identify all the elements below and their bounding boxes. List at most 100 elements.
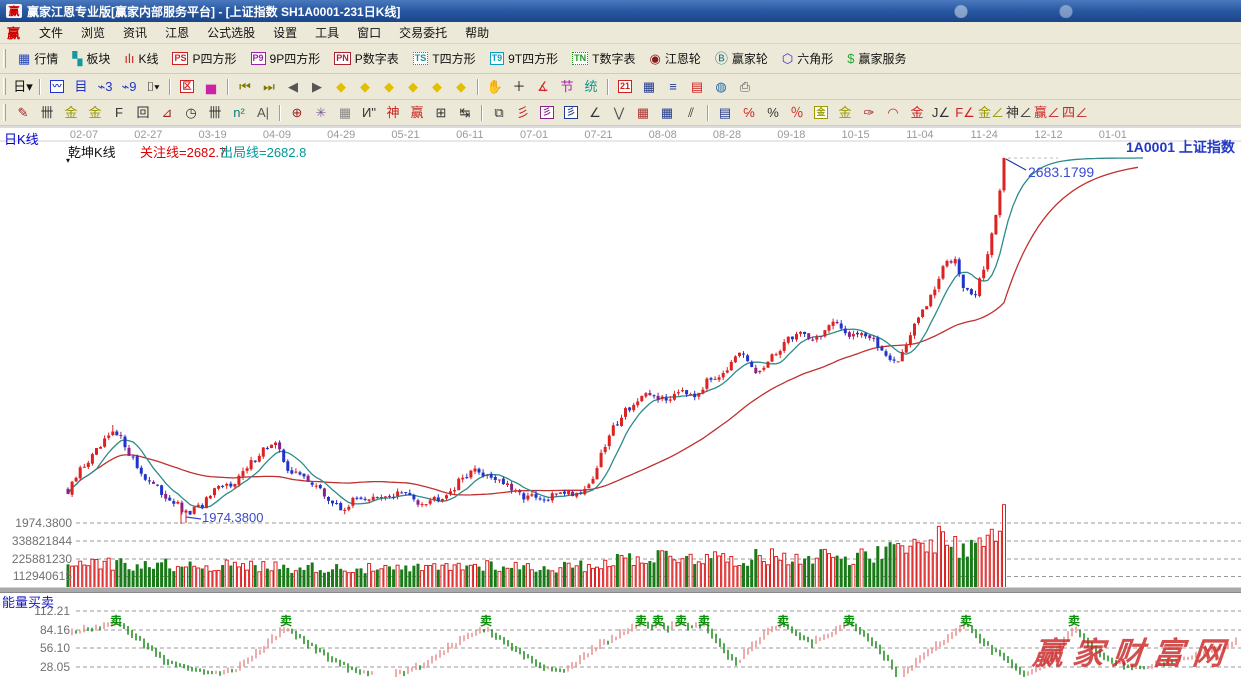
- compass-pen-button[interactable]: ✎: [12, 103, 34, 123]
- chart-globe-button[interactable]: ◍: [710, 77, 732, 97]
- gold-angle-button[interactable]: 金∠: [978, 103, 1004, 123]
- angle-lines-button[interactable]: ∠: [584, 103, 606, 123]
- fan-box-2-button[interactable]: 彡: [560, 103, 582, 123]
- wave-3-button[interactable]: ⌁3: [94, 77, 116, 97]
- span-arrows-button[interactable]: ↹: [454, 103, 476, 123]
- kline-chart-svg[interactable]: 02-0702-2703-1904-0904-2905-2106-1107-01…: [0, 126, 1241, 678]
- target-circle-button[interactable]: ⊕: [286, 103, 308, 123]
- ps-box-button[interactable]: PSP四方形: [165, 48, 243, 69]
- gold-section-2-button[interactable]: 金: [84, 103, 106, 123]
- gann-wheel-button[interactable]: ◉江恩轮: [642, 48, 707, 69]
- n-squared-button[interactable]: n²: [228, 103, 250, 123]
- arc-tool-button[interactable]: ◠: [882, 103, 904, 123]
- kline-candles-button[interactable]: ılıK线: [117, 48, 165, 69]
- panel-splitter[interactable]: [0, 587, 1241, 593]
- menu-item-窗口[interactable]: 窗口: [348, 21, 390, 44]
- t9-box-button[interactable]: T99T四方形: [483, 48, 566, 69]
- v-lines-button[interactable]: ⋁: [608, 103, 630, 123]
- diamond-star-button[interactable]: ◆: [426, 77, 448, 97]
- box-tool-button[interactable]: ⧉: [488, 103, 510, 123]
- grid-circle-button[interactable]: ▦: [334, 103, 356, 123]
- menu-item-公式选股[interactable]: 公式选股: [198, 21, 264, 44]
- fan-lines-button[interactable]: 彡: [512, 103, 534, 123]
- gold-lines-button[interactable]: 金: [834, 103, 856, 123]
- wave-mark-button[interactable]: И": [358, 103, 380, 123]
- candle-dropdown-button[interactable]: 日▾: [12, 77, 34, 97]
- ruler-ticks-button[interactable]: 卌: [36, 103, 58, 123]
- gold-section-button[interactable]: 金: [60, 103, 82, 123]
- angle-measure-button[interactable]: ∡: [532, 77, 554, 97]
- menu-item-资讯[interactable]: 资讯: [114, 21, 156, 44]
- menu-item-浏览[interactable]: 浏览: [72, 21, 114, 44]
- blocks-button[interactable]: ▚板块: [65, 48, 117, 69]
- shen-angle-button[interactable]: 神∠: [1006, 103, 1032, 123]
- pattern-red-box-button[interactable]: 区: [176, 77, 198, 97]
- pn-box-button[interactable]: PNP数字表: [327, 48, 406, 69]
- diamond-compress-button[interactable]: ◆: [402, 77, 424, 97]
- wave-9-button[interactable]: ⌁9: [118, 77, 140, 97]
- crosshair-button[interactable]: ＋: [508, 77, 530, 97]
- mirror-line-button[interactable]: A|: [252, 103, 274, 123]
- last-bar-button[interactable]: ⏭: [258, 77, 280, 97]
- hexagon-button[interactable]: ⬡六角形: [775, 48, 840, 69]
- spiral-button[interactable]: 回: [132, 103, 154, 123]
- grid-123-button[interactable]: ⊞: [430, 103, 452, 123]
- percent-retrace-button[interactable]: ％: [786, 103, 808, 123]
- next-bar-button[interactable]: ▶: [306, 77, 328, 97]
- si-angle-button[interactable]: 四∠: [1062, 103, 1088, 123]
- calculator-button[interactable]: ▦: [638, 77, 660, 97]
- ruler-ticks-2-button[interactable]: 卌: [204, 103, 226, 123]
- menu-item-帮助[interactable]: 帮助: [456, 21, 498, 44]
- zigzag-box-button[interactable]: 〰: [46, 77, 68, 97]
- note-button[interactable]: 目: [70, 77, 92, 97]
- percent-line-button[interactable]: ℅: [738, 103, 760, 123]
- chart-area[interactable]: 02-0702-2703-1904-0904-2905-2106-1107-01…: [0, 126, 1241, 678]
- f-lines-button[interactable]: F: [108, 103, 130, 123]
- parallel-lines-button[interactable]: ⫽: [680, 103, 702, 123]
- kline-type-dropdown-icon[interactable]: ▾: [66, 156, 70, 165]
- save-floppy-button[interactable]: ▤: [686, 77, 708, 97]
- p9-box-button[interactable]: P99P四方形: [244, 48, 328, 69]
- brush-tool-button[interactable]: ✑: [858, 103, 880, 123]
- ying-angle-button[interactable]: 赢∠: [1034, 103, 1060, 123]
- calendar-21-button[interactable]: 21: [614, 77, 636, 97]
- hand-drag-button[interactable]: ✋: [484, 77, 506, 97]
- f-angle-button[interactable]: F∠: [954, 103, 976, 123]
- menu-item-江恩[interactable]: 江恩: [156, 21, 198, 44]
- volume-histogram-button[interactable]: ▅: [200, 77, 222, 97]
- candle-single-dropdown-button[interactable]: ⌷▾: [142, 77, 164, 97]
- diamond-expand-button[interactable]: ◆: [378, 77, 400, 97]
- print-button[interactable]: ⎙: [734, 77, 756, 97]
- fan-box-button[interactable]: 彡: [536, 103, 558, 123]
- percent-button[interactable]: %: [762, 103, 784, 123]
- dollar-service-button[interactable]: $赢家服务: [840, 48, 913, 69]
- star-circle-button[interactable]: ✳: [310, 103, 332, 123]
- prev-bar-button[interactable]: ◀: [282, 77, 304, 97]
- time-circle-button[interactable]: ◷: [180, 103, 202, 123]
- diamond-right-button[interactable]: ◆: [354, 77, 376, 97]
- gold-circle-button[interactable]: 金: [810, 103, 832, 123]
- grid-red-2-button[interactable]: ▦: [656, 103, 678, 123]
- ying-tool-button[interactable]: 赢: [406, 103, 428, 123]
- ts-box-button[interactable]: TST四方形: [406, 48, 483, 69]
- gann-tool-purple-button[interactable]: 节: [556, 77, 578, 97]
- menu-item-文件[interactable]: 文件: [30, 21, 72, 44]
- kline-type-label[interactable]: 乾坤K线: [68, 142, 116, 161]
- winner-wheel-button[interactable]: Ⓑ赢家轮: [708, 48, 775, 69]
- quote-grid-button[interactable]: ▦行情: [11, 48, 65, 69]
- compass-angle-button[interactable]: ⊿: [156, 103, 178, 123]
- gold-red-button[interactable]: 金: [906, 103, 928, 123]
- first-bar-button[interactable]: ⏮: [234, 77, 256, 97]
- memo-button[interactable]: ≡: [662, 77, 684, 97]
- tn-box-button[interactable]: TNT数字表: [565, 48, 642, 69]
- shen-tool-button[interactable]: 神: [382, 103, 404, 123]
- menu-item-设置[interactable]: 设置: [264, 21, 306, 44]
- menu-item-交易委托[interactable]: 交易委托: [390, 21, 456, 44]
- grid-red-button[interactable]: ▦: [632, 103, 654, 123]
- menu-item-工具[interactable]: 工具: [306, 21, 348, 44]
- measure-table-button[interactable]: ▤: [714, 103, 736, 123]
- wave-tool-teal-button[interactable]: 统: [580, 77, 602, 97]
- j-angle-button[interactable]: J∠: [930, 103, 952, 123]
- diamond-left-button[interactable]: ◆: [330, 77, 352, 97]
- indicator-name[interactable]: 能量买卖: [2, 592, 54, 611]
